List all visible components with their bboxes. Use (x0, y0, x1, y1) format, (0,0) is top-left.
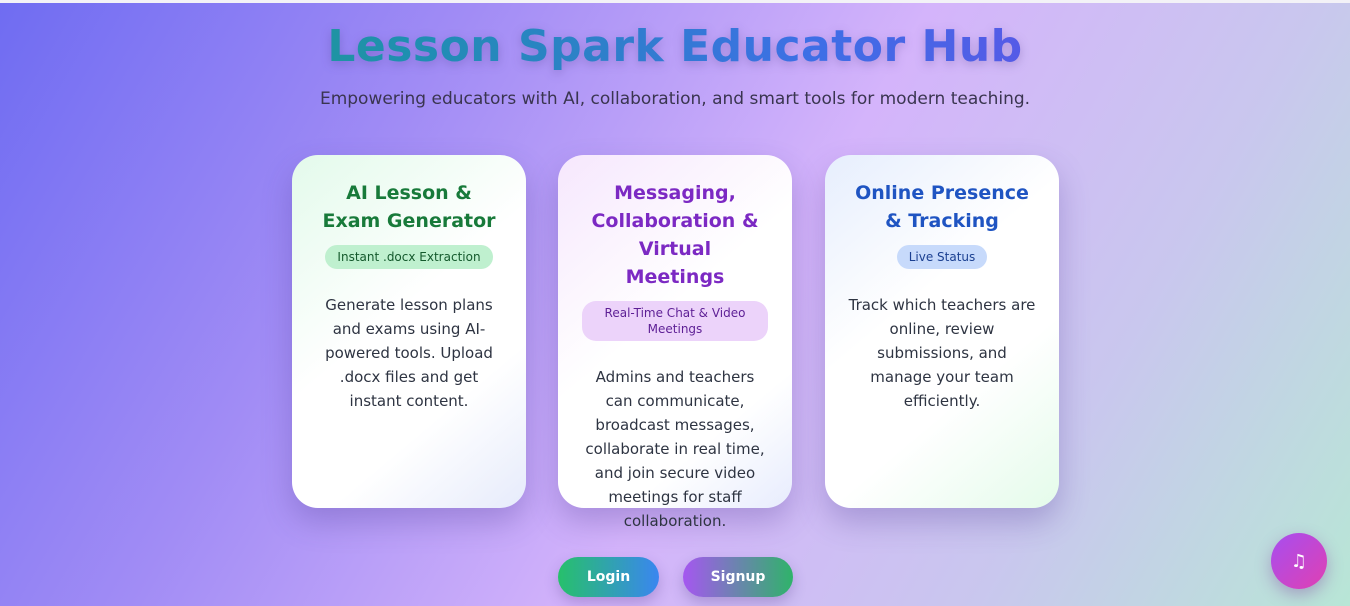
page-subtitle: Empowering educators with AI, collaborat… (319, 89, 1031, 109)
signup-button[interactable]: Signup (683, 557, 793, 597)
card-description: Admins and teachers can communicate, bro… (585, 368, 765, 530)
music-toggle-button[interactable]: ♫ (1271, 533, 1327, 589)
card-title: Messaging, Collaboration & Virtual Meeti… (591, 182, 759, 288)
feature-card-presence: Online Presence & Tracking Live Status T… (825, 155, 1059, 508)
card-badge: Real-Time Chat & Video Meetings (582, 301, 768, 341)
page-title: Lesson Spark Educator Hub (0, 21, 1350, 72)
card-description: Generate lesson plans and exams using AI… (325, 296, 493, 410)
card-badge: Live Status (896, 245, 988, 269)
music-note-icon: ♫ (1290, 550, 1308, 572)
card-badge: Instant .docx Extraction (325, 245, 493, 269)
card-description: Track which teachers are online, review … (848, 296, 1036, 410)
feature-card-messaging: Messaging, Collaboration & Virtual Meeti… (558, 155, 792, 530)
login-button[interactable]: Login (558, 557, 659, 597)
card-title: Online Presence & Tracking (855, 182, 1029, 232)
card-title: AI Lesson & Exam Generator (322, 182, 496, 232)
feature-card-ai-generator: AI Lesson & Exam Generator Instant .docx… (292, 155, 526, 508)
